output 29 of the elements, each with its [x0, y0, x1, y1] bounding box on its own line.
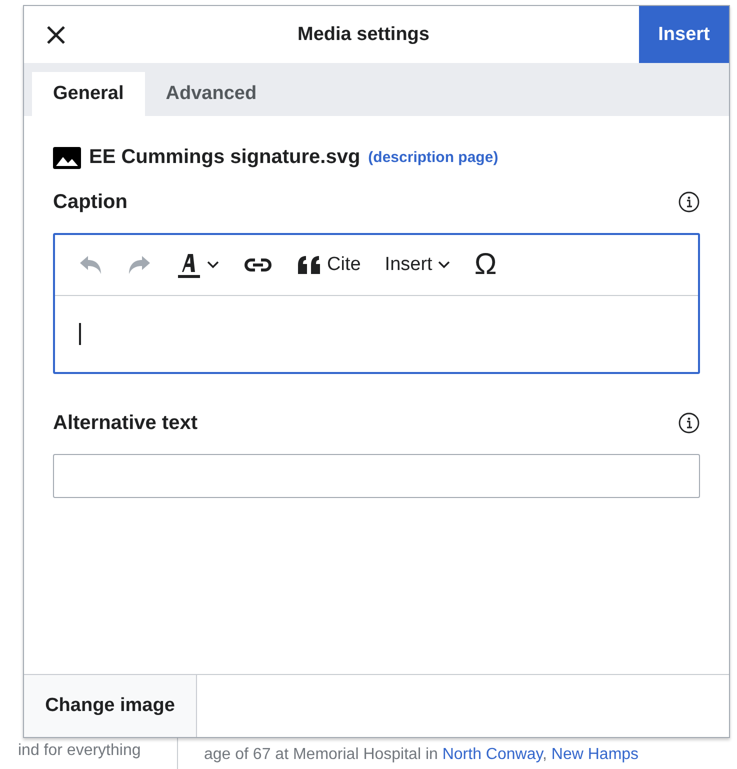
quote-icon — [297, 255, 321, 275]
link-icon — [243, 256, 273, 274]
special-character-button[interactable]: Ω — [464, 243, 507, 287]
tab[interactable]: Advanced — [144, 72, 278, 116]
info-icon[interactable] — [678, 191, 700, 213]
caption-label: Caption — [53, 190, 128, 214]
insert-button[interactable]: Insert — [639, 6, 729, 63]
caption-editor[interactable]: Cite Insert Ω — [53, 233, 700, 374]
article-text: , — [542, 746, 548, 763]
tab[interactable]: General — [32, 72, 145, 116]
chevron-down-icon — [438, 261, 450, 269]
description-page-link[interactable]: (description page) — [368, 149, 498, 166]
change-image-button[interactable]: Change image — [24, 675, 197, 737]
text-cursor — [79, 323, 81, 345]
insert-menu-button[interactable]: Insert — [374, 243, 460, 287]
file-name: EE Cummings signature.svg — [89, 146, 360, 169]
info-icon[interactable] — [678, 412, 700, 434]
cite-button[interactable]: Cite — [287, 243, 371, 287]
alt-text-field[interactable] — [53, 454, 700, 498]
close-icon — [46, 24, 66, 44]
article-link[interactable]: New Hamps — [551, 746, 639, 763]
article-text: ind for everything — [18, 742, 141, 759]
dialog-title: Media settings — [296, 24, 430, 46]
alt-text-label: Alternative text — [53, 412, 198, 434]
image-icon — [53, 146, 81, 168]
underlined-letter-icon — [177, 251, 201, 279]
article-link[interactable]: North Conway — [442, 746, 543, 763]
chevron-down-icon — [207, 261, 219, 269]
article-text: age of 67 at Memorial Hospital in — [204, 746, 439, 763]
